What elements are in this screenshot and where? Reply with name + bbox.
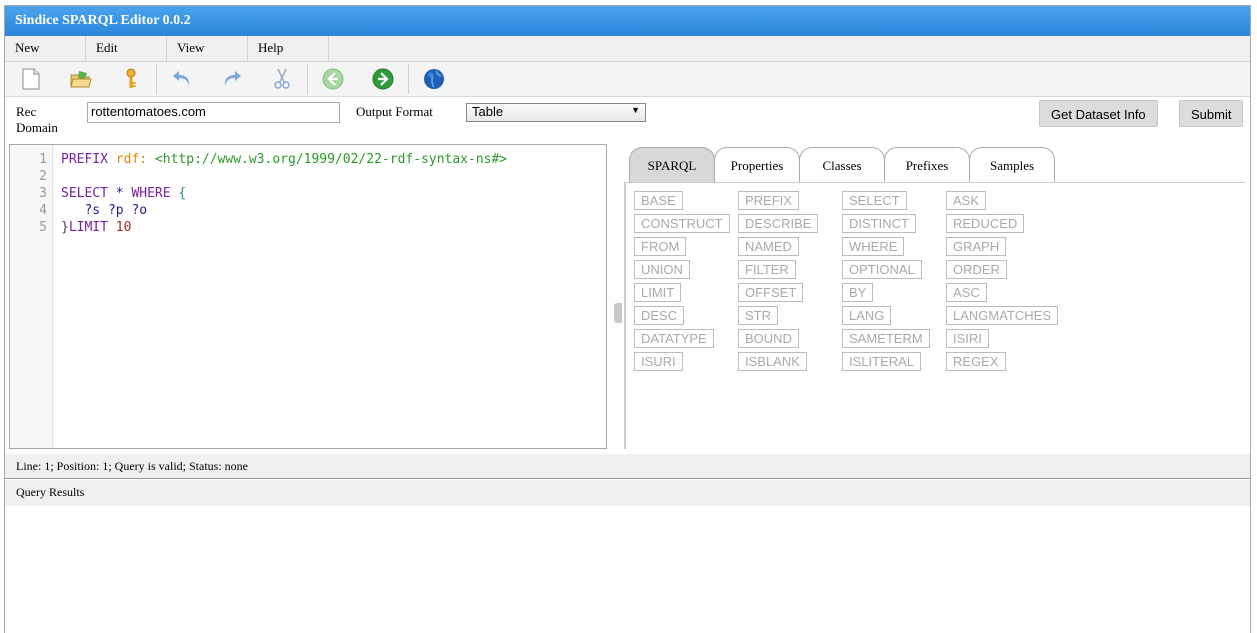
menu-view[interactable]: View (167, 36, 248, 62)
code-line-1: PREFIX rdf: <http://www.w3.org/1999/02/2… (61, 152, 507, 167)
keyword-button[interactable]: ISLITERAL (842, 352, 922, 371)
code-keyword: PREFIX (61, 152, 108, 167)
code-number: 10 (115, 220, 132, 235)
keyword-button[interactable]: LANG (842, 306, 892, 325)
dropdown-arrow-icon: ▼ (631, 105, 640, 115)
output-format-select[interactable]: Table ▼ (466, 103, 646, 122)
code-iri: <http://www.w3.org/1999/02/22-rdf-syntax… (154, 152, 508, 167)
sparql-keywords-panel: BASE PREFIX SELECT ASK CONSTRUCT DESCRIB… (624, 182, 1245, 449)
keyword-button[interactable]: DESCRIBE (738, 214, 819, 233)
code-brace: { (178, 186, 187, 201)
keyword-button[interactable]: ASC (946, 283, 987, 302)
code-wildcard: * (115, 186, 124, 201)
line-number: 2 (39, 169, 47, 184)
keyword-button[interactable]: ISBLANK (738, 352, 807, 371)
keyword-button[interactable]: ISIRI (946, 329, 989, 348)
open-folder-icon[interactable] (61, 64, 101, 94)
line-number-gutter: 1 2 3 4 5 (10, 145, 53, 448)
line-number: 1 (39, 152, 47, 167)
keyword-button[interactable]: CONSTRUCT (634, 214, 730, 233)
keyword-button[interactable]: LIMIT (634, 283, 682, 302)
menu-bar: New Edit View Help (5, 36, 1250, 62)
line-number: 4 (39, 203, 47, 218)
line-number: 5 (39, 220, 47, 235)
keyword-button[interactable]: LANGMATCHES (946, 306, 1058, 325)
query-results-header: Query Results (5, 480, 1250, 506)
globe-icon[interactable] (414, 64, 454, 94)
keyword-button[interactable]: PREFIX (738, 191, 799, 210)
tab-prefixes[interactable]: Prefixes (884, 147, 970, 183)
query-options-row: Rec Domain rottentomatoes.com Output For… (5, 97, 1250, 142)
rec-domain-label: Rec Domain (16, 104, 58, 136)
rec-domain-label-line1: Rec (16, 104, 37, 119)
keyword-button[interactable]: WHERE (842, 237, 905, 256)
pane-resize-handle[interactable] (614, 303, 622, 323)
keyword-button[interactable]: FILTER (738, 260, 796, 279)
redo-icon[interactable] (212, 64, 252, 94)
sparql-code-editor[interactable]: 1 2 3 4 5 PREFIX rdf: <http://www.w3.org… (9, 144, 607, 449)
output-format-value: Table (472, 104, 504, 119)
output-format-label: Output Format (356, 104, 433, 119)
window-title: Sindice SPARQL Editor 0.0.2 (5, 6, 1250, 36)
scissors-icon[interactable] (262, 64, 302, 94)
keyword-button[interactable]: DESC (634, 306, 685, 325)
keyword-button[interactable]: OPTIONAL (842, 260, 922, 279)
code-line-4: ?s ?p ?o (61, 203, 147, 218)
keyword-button[interactable]: GRAPH (946, 237, 1007, 256)
toolbar (5, 62, 1250, 97)
new-file-icon[interactable] (11, 64, 51, 94)
keyword-button[interactable]: DATATYPE (634, 329, 714, 348)
key-icon[interactable] (111, 64, 151, 94)
menu-help[interactable]: Help (248, 36, 329, 62)
menu-edit[interactable]: Edit (86, 36, 167, 62)
keyword-button[interactable]: SELECT (842, 191, 907, 210)
code-brace: } (61, 220, 69, 235)
keyword-button[interactable]: BOUND (738, 329, 799, 348)
keyword-button[interactable]: BASE (634, 191, 683, 210)
undo-icon[interactable] (162, 64, 202, 94)
forward-arrow-icon[interactable] (363, 64, 403, 94)
code-line-3: SELECT * WHERE { (61, 186, 186, 201)
code-prefix: rdf: (115, 152, 148, 167)
rec-domain-input[interactable]: rottentomatoes.com (87, 102, 340, 123)
keyword-button[interactable]: ORDER (946, 260, 1007, 279)
keyword-button[interactable]: ISURI (634, 352, 683, 371)
keyword-button[interactable]: SAMETERM (842, 329, 930, 348)
keyword-button[interactable]: STR (738, 306, 778, 325)
tab-sparql[interactable]: SPARQL (629, 147, 715, 183)
menu-new[interactable]: New (5, 36, 86, 62)
rec-domain-label-line2: Domain (16, 120, 58, 135)
code-keyword: LIMIT (68, 220, 108, 235)
keyword-button[interactable]: DISTINCT (842, 214, 916, 233)
keyword-button[interactable]: UNION (634, 260, 690, 279)
line-number: 3 (39, 186, 47, 201)
keyword-button[interactable]: OFFSET (738, 283, 804, 302)
keyword-button[interactable]: ASK (946, 191, 987, 210)
keyword-button[interactable]: REGEX (946, 352, 1006, 371)
code-line-5: }LIMIT 10 (61, 220, 131, 235)
keyword-button[interactable]: NAMED (738, 237, 799, 256)
tab-classes[interactable]: Classes (799, 147, 885, 183)
get-dataset-info-button[interactable]: Get Dataset Info (1039, 100, 1158, 127)
status-bar: Line: 1; Position: 1; Query is valid; St… (5, 454, 1250, 479)
tab-samples[interactable]: Samples (969, 147, 1055, 183)
code-variables: ?s ?p ?o (84, 203, 148, 218)
keyword-button[interactable]: BY (842, 283, 874, 302)
code-keyword: SELECT (61, 186, 108, 201)
code-keyword: WHERE (131, 186, 171, 201)
submit-button[interactable]: Submit (1179, 100, 1244, 127)
back-arrow-icon[interactable] (313, 64, 353, 94)
tab-properties[interactable]: Properties (714, 147, 800, 183)
keyword-button[interactable]: REDUCED (946, 214, 1025, 233)
keyword-button[interactable]: FROM (634, 237, 687, 256)
